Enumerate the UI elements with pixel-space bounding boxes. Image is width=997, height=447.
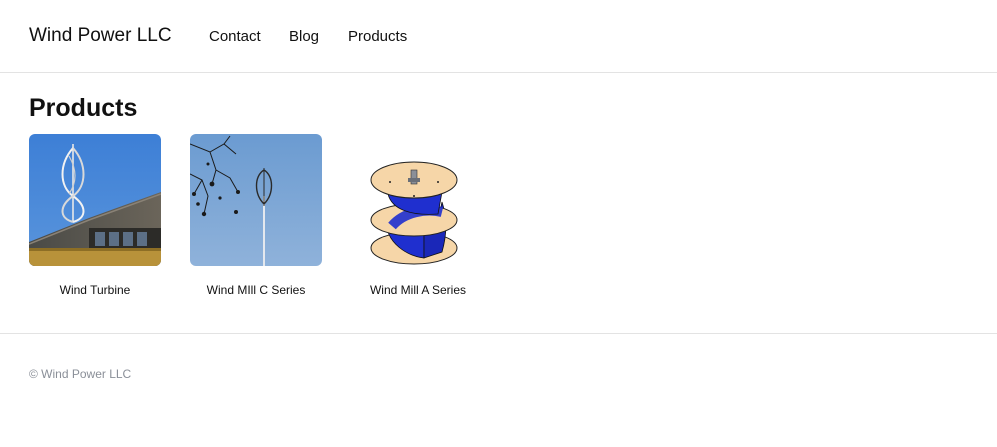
product-card-wind-turbine: Wind Turbine	[29, 134, 161, 297]
page-title: Products	[29, 94, 138, 122]
product-name-wind-mill-a-series[interactable]: Wind Mill A Series	[332, 283, 504, 297]
product-name-wind-turbine[interactable]: Wind Turbine	[9, 283, 181, 297]
brand-link[interactable]: Wind Power LLC	[29, 25, 172, 47]
wind-turbine-image[interactable]	[29, 134, 161, 266]
wind-mill-a-series-image[interactable]	[352, 134, 484, 266]
product-card-wind-mill-c-series: Wind MIll C Series	[190, 134, 322, 297]
site-footer: © Wind Power LLC	[0, 333, 997, 447]
nav-link-products[interactable]: Products	[348, 28, 407, 45]
nav-link-blog[interactable]: Blog	[289, 28, 319, 45]
wind-mill-c-series-image[interactable]	[190, 134, 322, 266]
product-card-wind-mill-a-series: Wind Mill A Series	[352, 134, 484, 297]
nav-link-contact[interactable]: Contact	[209, 28, 261, 45]
site-header: Wind Power LLC Contact Blog Products	[0, 0, 997, 73]
product-name-wind-mill-c-series[interactable]: Wind MIll C Series	[170, 283, 342, 297]
copyright-text: © Wind Power LLC	[29, 367, 132, 381]
